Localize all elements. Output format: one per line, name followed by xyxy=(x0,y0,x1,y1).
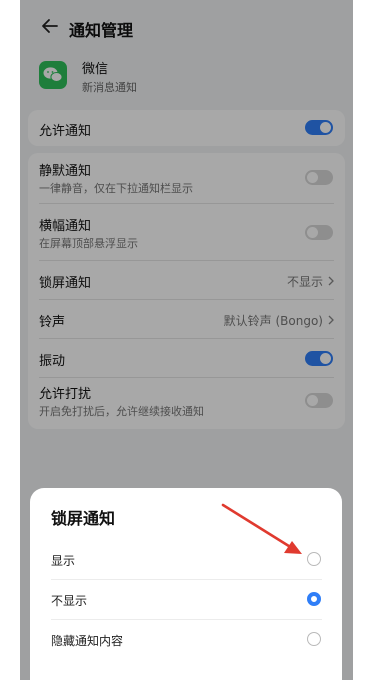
option-show[interactable]: 显示 xyxy=(30,540,342,580)
option-show-label: 显示 xyxy=(51,554,76,568)
dialog-title: 锁屏通知 xyxy=(51,509,116,528)
option-hide[interactable]: 不显示 xyxy=(30,580,342,620)
option-show-radio[interactable] xyxy=(307,552,321,566)
option-hide-radio[interactable] xyxy=(307,592,321,606)
option-hide-content[interactable]: 隐藏通知内容 xyxy=(30,620,342,660)
option-hide-content-radio[interactable] xyxy=(307,632,321,646)
option-hide-label: 不显示 xyxy=(51,594,88,608)
option-hide-content-label: 隐藏通知内容 xyxy=(51,634,124,648)
phone-screen: 通知管理 微信 新消息通知 允许通知 静默通知 一律静音，仅在下拉通知栏显示 横… xyxy=(20,0,353,680)
lockscreen-dialog: 锁屏通知 显示 不显示 隐藏通知内容 xyxy=(30,488,342,680)
